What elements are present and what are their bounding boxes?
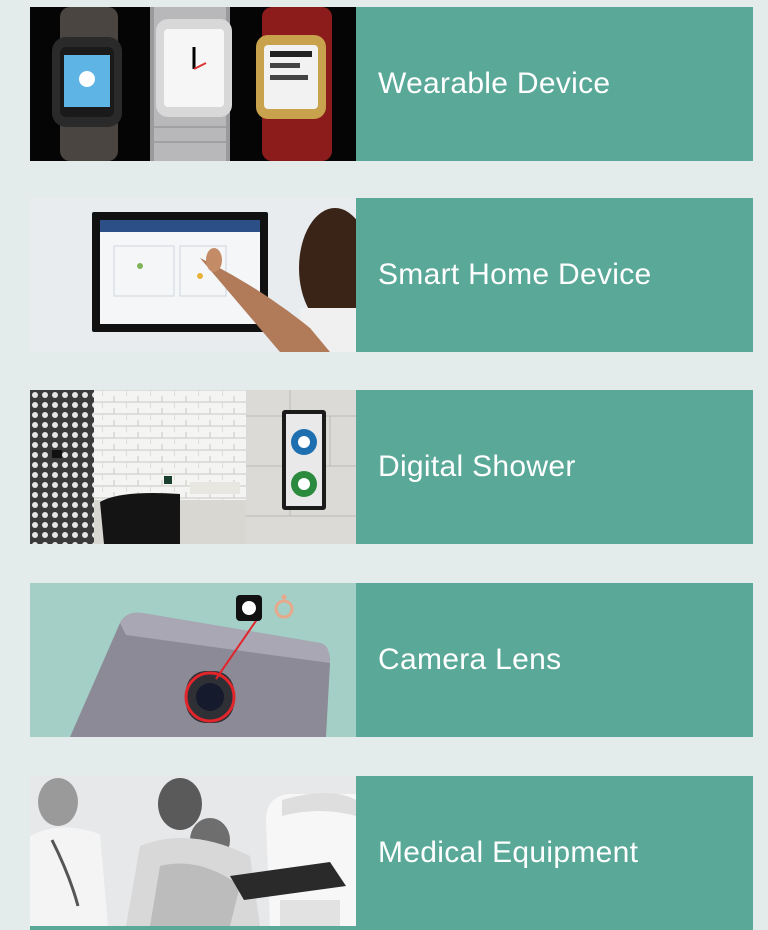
card-smart-home-device[interactable]: Smart Home Device: [30, 198, 753, 352]
card-medical-equipment[interactable]: Medical Equipment: [30, 776, 753, 930]
card-camera-lens[interactable]: Camera Lens: [30, 583, 753, 737]
card-label: Wearable Device: [378, 67, 611, 100]
card-wearable-device[interactable]: Wearable Device: [30, 7, 753, 161]
card-label: Digital Shower: [378, 450, 576, 483]
bathroom-shower-panel-photo: [30, 390, 356, 544]
wall-touchscreen-photo: [30, 198, 356, 352]
card-digital-shower[interactable]: Digital Shower: [30, 390, 753, 544]
card-label: Camera Lens: [378, 643, 562, 676]
card-label: Smart Home Device: [378, 258, 652, 291]
phone-camera-lens-photo: [30, 583, 356, 737]
medical-device-photo: [30, 776, 356, 930]
card-label: Medical Equipment: [378, 836, 639, 869]
smartwatches-photo: [30, 7, 356, 161]
